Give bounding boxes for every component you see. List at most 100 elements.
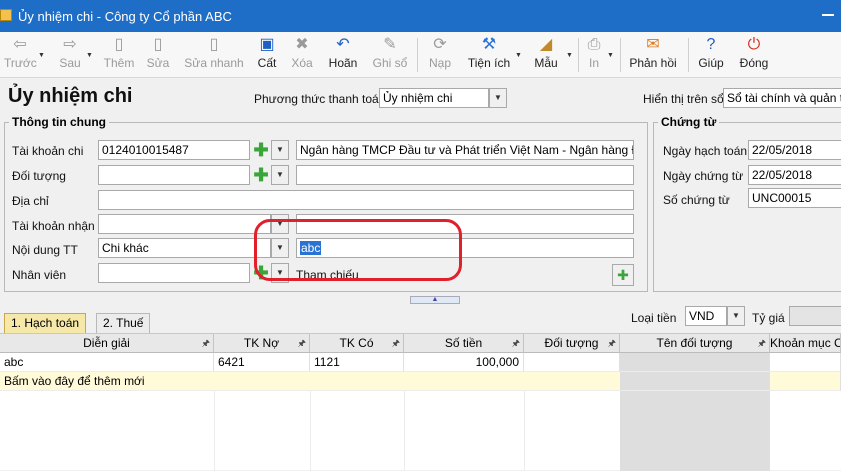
address-field[interactable] (98, 190, 634, 210)
table-cell-credit[interactable]: 1121 (310, 353, 404, 372)
toolbar: ⇦ Trước ▼ ⇨ Sau ▼ ▯ Thêm ▯ Sửa ▯ Sửa nha… (0, 32, 841, 78)
account-field[interactable]: 0124010015487 (98, 140, 250, 160)
undo-button[interactable]: ↶ Hoãn (327, 36, 359, 76)
add-account-icon[interactable]: ✚ (250, 140, 272, 160)
pin-icon[interactable]: 🖈 (758, 334, 766, 352)
voucher-title: Chứng từ (658, 115, 720, 129)
column-header-label: Đối tượng (544, 336, 599, 350)
table-cell-item[interactable] (770, 372, 841, 391)
reload-label: Nạp (428, 56, 451, 70)
print-dropdown-icon[interactable]: ▼ (607, 52, 614, 59)
column-header-amount[interactable]: Số tiền 🖈 (404, 334, 524, 353)
quick-edit-button[interactable]: ▯ Sửa nhanh (184, 36, 244, 76)
column-header-credit[interactable]: TK Có 🖈 (310, 334, 404, 353)
previous-button[interactable]: ⇦ Trước (4, 36, 37, 76)
payment-method-dropdown-icon[interactable]: ▼ (489, 88, 507, 108)
column-header-description[interactable]: Diễn giải 🖈 (0, 334, 214, 353)
arrow-right-icon: ⇨ (63, 36, 77, 53)
new-row-hint[interactable]: Bấm vào đây để thêm mới (0, 372, 620, 391)
display-on-book-select[interactable]: Sổ tài chính và quản trị (723, 88, 841, 108)
currency-label: Loại tiền (631, 311, 677, 325)
feedback-label: Phản hồi (629, 56, 677, 70)
delete-label: Xóa (291, 56, 313, 70)
add-button[interactable]: ▯ Thêm (102, 36, 136, 76)
arrow-left-icon: ⇦ (13, 36, 27, 53)
close-label: Đóng (739, 56, 769, 70)
grid-line (404, 391, 405, 471)
edit-label: Sửa (146, 56, 170, 70)
tab-tax[interactable]: 2. Thuế (96, 313, 151, 333)
toolbar-separator (578, 38, 579, 72)
add-object-icon[interactable]: ✚ (250, 165, 272, 185)
add-reference-icon[interactable]: ✚ (612, 264, 634, 286)
pin-icon[interactable]: 🖈 (392, 334, 400, 352)
minimize-icon[interactable] (822, 14, 834, 16)
next-dropdown-icon[interactable]: ▼ (86, 52, 93, 59)
print-button[interactable]: ⎙ In (584, 36, 604, 76)
pin-icon[interactable]: 🖈 (202, 334, 210, 352)
table-cell-description[interactable]: abc (0, 353, 214, 372)
posting-date-label: Ngày hạch toán (663, 144, 748, 158)
address-label: Địa chỉ (12, 194, 49, 208)
table-cell-debit[interactable]: 6421 (214, 353, 310, 372)
next-button[interactable]: ⇨ Sau (56, 36, 84, 76)
column-header-debit[interactable]: TK Nợ 🖈 (214, 334, 310, 353)
edit-button[interactable]: ▯ Sửa (146, 36, 170, 76)
table-cell-amount[interactable]: 100,000 (404, 353, 524, 372)
toolbar-separator (688, 38, 689, 72)
tools-icon: ⚒ (481, 36, 497, 53)
voucher-no-field[interactable]: UNC00015 (748, 188, 841, 208)
undo-icon: ↶ (336, 36, 350, 53)
pin-icon[interactable]: 🖈 (512, 334, 520, 352)
bank-name-field[interactable]: Ngân hàng TMCP Đầu tư và Phát triển Việt… (296, 140, 634, 160)
previous-dropdown-icon[interactable]: ▼ (38, 52, 45, 59)
column-header-item[interactable]: Khoản mục C (770, 334, 841, 353)
object-dropdown-icon[interactable]: ▼ (271, 165, 289, 185)
close-button[interactable]: ⏻ Đóng (738, 36, 770, 76)
tab-accounting[interactable]: 1. Hạch toán (4, 313, 87, 333)
exchange-rate-field[interactable] (789, 306, 841, 326)
account-dropdown-icon[interactable]: ▼ (271, 140, 289, 160)
accounting-grid: Diễn giải 🖈 TK Nợ 🖈 TK Có 🖈 Số tiền 🖈 Đối tư… (0, 333, 841, 471)
table-cell-item[interactable] (770, 353, 841, 372)
employee-field[interactable] (98, 263, 250, 283)
payment-method-select[interactable]: Ủy nhiệm chi (379, 88, 489, 108)
pencil-icon: ✎ (383, 36, 397, 53)
currency-select[interactable]: VND (685, 306, 727, 326)
post-label: Ghi sổ (372, 56, 408, 70)
receive-account-field[interactable] (98, 214, 271, 234)
utilities-dropdown-icon[interactable]: ▼ (515, 52, 522, 59)
pin-icon[interactable]: 🖈 (298, 334, 306, 352)
template-button[interactable]: ◢ Mẫu (533, 36, 559, 76)
utilities-button[interactable]: ⚒ Tiện ích (467, 36, 511, 76)
currency-dropdown-icon[interactable]: ▼ (727, 306, 745, 326)
quick-edit-label: Sửa nhanh (184, 56, 244, 70)
pin-icon[interactable]: 🖈 (608, 334, 616, 352)
column-header-object[interactable]: Đối tượng 🖈 (524, 334, 620, 353)
help-button[interactable]: ? Giúp (698, 36, 724, 76)
column-header-label: TK Có (339, 336, 374, 350)
window-title: Ủy nhiệm chi - Công ty Cổ phần ABC (18, 9, 232, 24)
feedback-button[interactable]: ✉ Phản hồi (628, 36, 678, 76)
grid-line (214, 391, 215, 471)
posting-date-field[interactable]: 22/05/2018 (748, 140, 841, 160)
template-dropdown-icon[interactable]: ▼ (566, 52, 573, 59)
delete-icon: ✖ (295, 36, 309, 53)
highlight-annotation (254, 219, 462, 281)
help-label: Giúp (698, 56, 724, 70)
exchange-rate-label: Tỷ giá (752, 311, 785, 325)
object-field[interactable] (98, 165, 250, 185)
voucher-date-field[interactable]: 22/05/2018 (748, 165, 841, 185)
add-label: Thêm (103, 56, 135, 70)
table-cell-object[interactable] (524, 353, 620, 372)
reload-button[interactable]: ⟳ Nạp (427, 36, 453, 76)
delete-button[interactable]: ✖ Xóa (290, 36, 314, 76)
grid-line (310, 391, 311, 471)
post-button[interactable]: ✎ Ghi sổ (371, 36, 409, 76)
collapse-splitter[interactable]: ▲ (410, 296, 460, 304)
save-button[interactable]: ▣ Cất (256, 36, 278, 76)
column-header-object-name[interactable]: Tên đối tượng 🖈 (620, 334, 770, 353)
content-field[interactable]: Chi khác (98, 238, 271, 258)
object-name-field[interactable] (296, 165, 634, 185)
content-label: Nội dung TT (12, 243, 78, 257)
